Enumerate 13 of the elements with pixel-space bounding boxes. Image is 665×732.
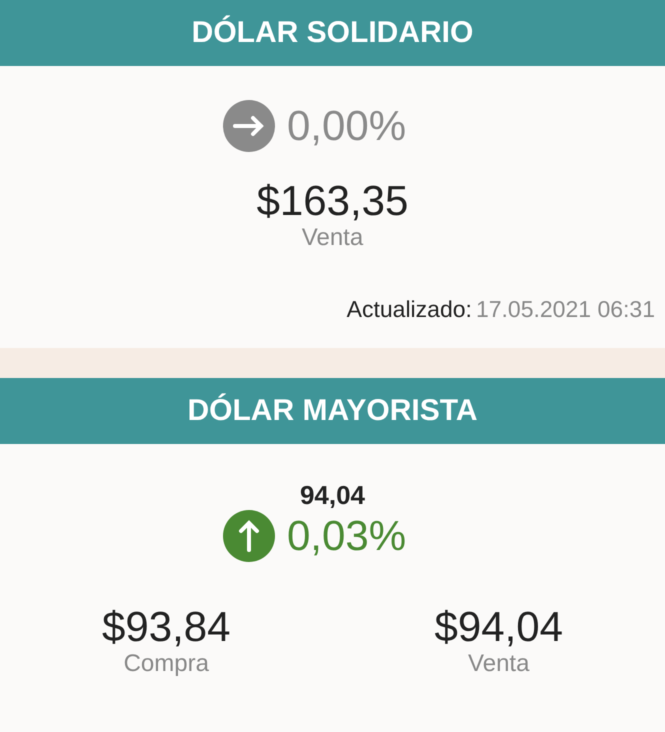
price-label: Venta [468,650,530,678]
price-label: Compra [124,650,209,678]
section-title: DÓLAR MAYORISTA [187,394,478,428]
change-percent: 0,00% [286,101,406,151]
price-value: $163,35 [256,178,408,224]
reference-value: 94,04 [300,480,366,510]
updated-time: 17.05.2021 06:31 [476,296,655,322]
price-value: $93,84 [102,604,230,650]
price-label: Venta [302,224,364,252]
section-title: DÓLAR SOLIDARIO [192,16,474,50]
price-value: $94,04 [434,604,563,650]
change-percent: 0,03% [286,511,406,561]
updated-label: Actualizado: [346,296,472,322]
